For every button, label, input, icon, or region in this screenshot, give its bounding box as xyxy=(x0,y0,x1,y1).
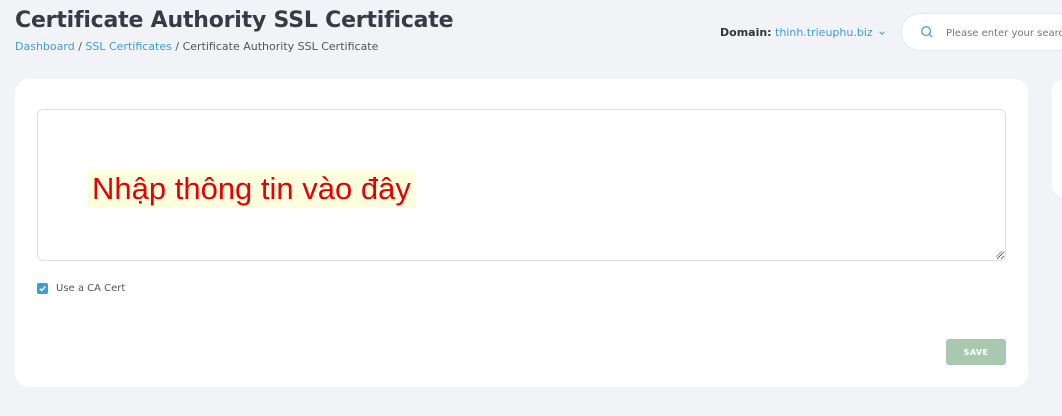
domain-value: thinh.trieuphu.biz xyxy=(775,26,873,39)
domain-selector[interactable]: thinh.trieuphu.biz xyxy=(775,26,886,39)
resize-handle-icon[interactable] xyxy=(995,250,1003,258)
page-title: Certificate Authority SSL Certificate xyxy=(15,8,454,33)
breadcrumb-separator: / xyxy=(175,40,180,53)
use-ca-cert-checkbox[interactable] xyxy=(37,283,48,294)
certificate-card: Nhập thông tin vào đây Use a CA Cert SAV… xyxy=(15,79,1028,387)
hint-text: Nhập thông tin vào đây xyxy=(88,170,415,209)
chevron-down-icon xyxy=(878,30,885,35)
side-panel-card xyxy=(1052,79,1062,197)
use-ca-cert-label: Use a CA Cert xyxy=(56,283,126,294)
breadcrumb-separator: / xyxy=(78,40,82,53)
search-box[interactable] xyxy=(901,13,1062,51)
use-ca-cert-option[interactable]: Use a CA Cert xyxy=(37,283,125,294)
search-input[interactable] xyxy=(946,23,1062,43)
breadcrumb: Dashboard / SSL Certificates / Certifica… xyxy=(15,40,378,53)
breadcrumb-dashboard-link[interactable]: Dashboard xyxy=(15,40,75,53)
breadcrumb-ssl-link[interactable]: SSL Certificates xyxy=(85,40,171,53)
certificate-textarea[interactable]: Nhập thông tin vào đây xyxy=(37,109,1006,261)
check-icon xyxy=(39,286,46,292)
breadcrumb-current: Certificate Authority SSL Certificate xyxy=(182,40,379,53)
domain-label: Domain: xyxy=(720,26,772,39)
save-button[interactable]: SAVE xyxy=(946,339,1006,365)
search-icon xyxy=(921,26,933,38)
